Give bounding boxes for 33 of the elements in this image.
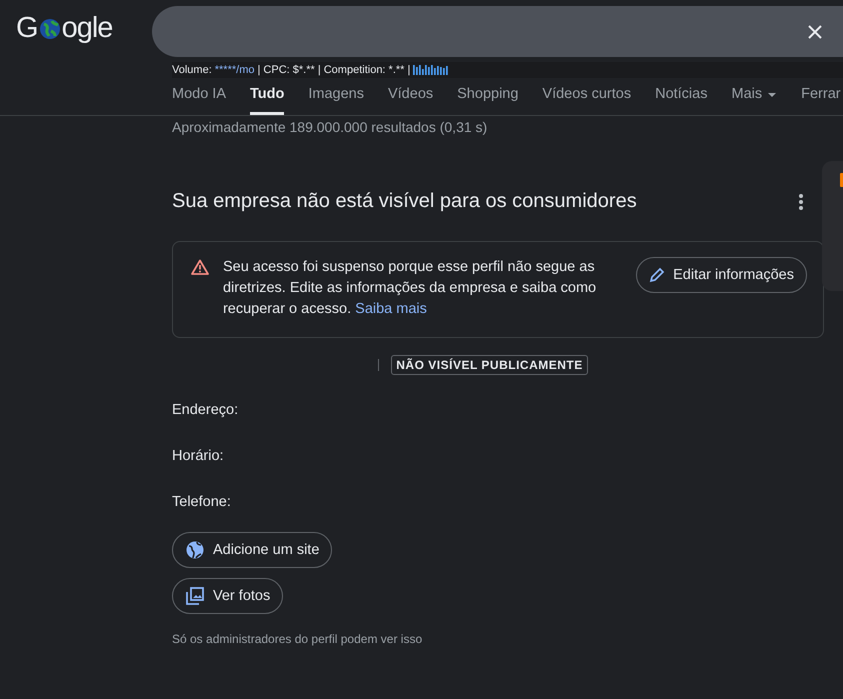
photos-icon [185, 586, 205, 606]
search-tab[interactable]: Vídeos [388, 78, 434, 115]
search-tab[interactable]: Ferrar [801, 78, 841, 115]
action-button[interactable]: Adicione um site [172, 532, 332, 568]
search-tab[interactable]: Imagens [308, 78, 364, 115]
globe-icon [185, 540, 205, 560]
result-stats: Aproximadamente 189.000.000 resultados (0,31 s) [171, 118, 488, 135]
logo[interactable]: G ogle [16, 12, 152, 45]
seo-label: Volume: [172, 64, 212, 76]
search-tab[interactable]: Vídeos curtos [542, 78, 632, 115]
trend-bars-icon [413, 65, 450, 75]
search-field[interactable] [152, 6, 843, 57]
admin-note: Só os administradores do perfil podem ver isso [172, 632, 424, 646]
visibility-badge: NÃO VISÍVEL PUBLICAMENTE [391, 355, 588, 375]
search-tab[interactable]: Tudo [250, 78, 284, 115]
pencil-icon [649, 267, 666, 283]
field-label: Telefone: [172, 494, 232, 512]
field-label: Horário: [172, 448, 225, 466]
search-tab[interactable]: Shopping [457, 78, 518, 115]
search-tab[interactable]: Modo IA [172, 78, 226, 115]
alert-message: Seu acesso foi suspenso porque esse perfil não segue as diretrizes. Edite as informações da empresa e saiba como recuperar o acesso. Saiba mais [222, 258, 598, 319]
search-tab[interactable]: Mais [731, 78, 778, 115]
action-button[interactable]: Ver fotos [172, 578, 284, 614]
more-options-icon[interactable] [798, 192, 804, 210]
seo-metrics: | CPC: $*.** | Competition: *.** | [258, 64, 410, 76]
business-title: Sua empresa não está visível para os consumidores [172, 190, 637, 213]
seo-volume: *****/mo [214, 64, 254, 76]
close-icon[interactable] [807, 24, 823, 40]
field-label: Endereço: [172, 402, 240, 420]
warning-icon [191, 259, 209, 275]
search-tab[interactable]: Notícias [655, 78, 708, 115]
learn-more-link[interactable]: Saiba mais [355, 301, 427, 317]
edit-info-button[interactable]: Editar informações [636, 257, 807, 293]
